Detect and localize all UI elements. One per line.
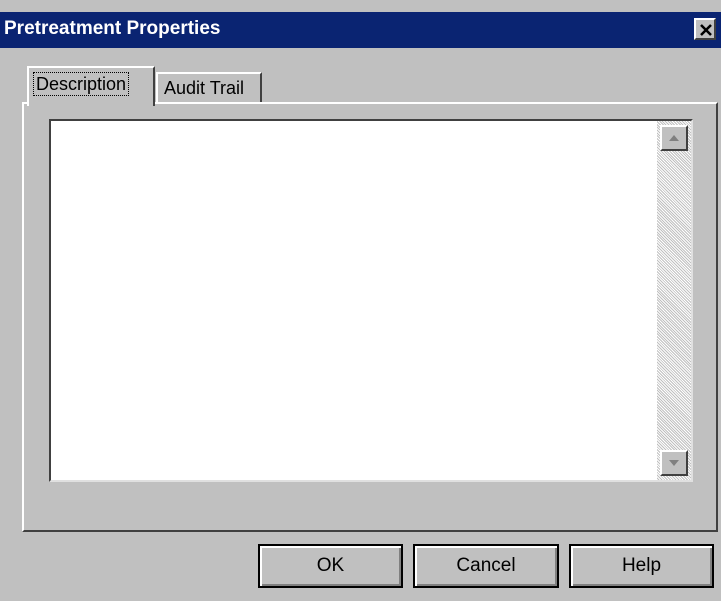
description-textarea[interactable] [49,119,693,482]
vertical-scrollbar[interactable] [657,121,691,480]
up-arrow-icon [669,135,679,141]
close-icon [700,24,712,36]
tab-description[interactable]: Description [27,66,155,106]
tab-audit-trail-label: Audit Trail [164,78,245,98]
tab-description-label: Description [33,72,130,96]
scroll-up-button[interactable] [660,125,688,151]
title-bar[interactable]: Pretreatment Properties [0,12,721,48]
pretreatment-properties-dialog: Pretreatment Properties Description Audi… [0,0,721,601]
scroll-down-button[interactable] [660,450,688,476]
down-arrow-icon [669,460,679,466]
help-button[interactable]: Help [569,544,714,588]
tab-audit-trail[interactable]: Audit Trail [156,72,262,104]
window-title: Pretreatment Properties [4,18,221,39]
close-button[interactable] [694,18,716,40]
ok-button[interactable]: OK [258,544,403,588]
cancel-button[interactable]: Cancel [413,544,559,588]
